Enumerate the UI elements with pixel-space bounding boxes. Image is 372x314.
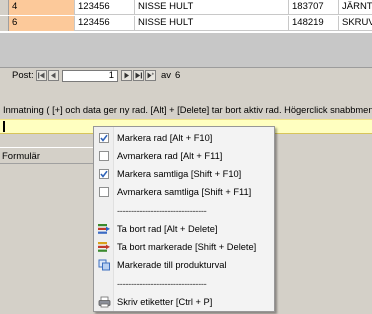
grid-empty-area — [0, 33, 372, 67]
first-record-button[interactable] — [36, 70, 47, 81]
checkbox-checked-icon — [99, 133, 109, 143]
tab-formular[interactable]: Formulär — [0, 147, 96, 164]
menu-separator: -------------------------------- — [94, 275, 274, 293]
data-grid[interactable]: 4 123456 NISSE HULT 183707 JÄRNTRÅDD 6 1… — [0, 0, 372, 68]
record-number-input[interactable]: 1 — [62, 69, 118, 82]
navigator-label: Post: — [12, 70, 34, 81]
previous-record-icon — [51, 72, 56, 79]
next-record-icon — [124, 72, 129, 79]
cell-id[interactable]: 6 — [9, 16, 75, 31]
menu-item-mark-all[interactable]: Markera samtliga [Shift + F10] — [94, 165, 274, 183]
navigator-of-label: av — [161, 70, 172, 81]
menu-separator-label: -------------------------------- — [117, 206, 207, 216]
last-record-button[interactable] — [133, 70, 144, 81]
row-header[interactable] — [0, 16, 9, 31]
text-cursor — [3, 121, 5, 132]
table-row[interactable]: 4 123456 NISSE HULT 183707 JÄRNTRÅDD — [0, 0, 372, 15]
navigator-total: 6 — [175, 70, 181, 81]
menu-item-label: Avmarkera samtliga [Shift + F11] — [117, 187, 252, 197]
delete-marked-icon — [94, 238, 114, 256]
delete-row-icon — [94, 220, 114, 238]
menu-separator-label: -------------------------------- — [117, 279, 207, 289]
table-row[interactable]: 6 123456 NISSE HULT 148219 SKRUV M6S — [0, 16, 372, 31]
cell-id[interactable]: 4 — [9, 0, 75, 15]
menu-item-print-labels[interactable]: Skriv etiketter [Ctrl + P] — [94, 293, 274, 311]
menu-item-label: Skriv etiketter [Ctrl + P] — [117, 297, 213, 307]
row-header[interactable] — [0, 0, 9, 15]
record-navigator: Post: 1 * av 6 — [9, 69, 180, 82]
menu-separator: -------------------------------- — [94, 202, 274, 220]
cell-number[interactable]: 123456 — [75, 0, 135, 15]
previous-record-button[interactable] — [48, 70, 59, 81]
menu-item-unmark-row[interactable]: Avmarkera rad [Alt + F11] — [94, 147, 274, 165]
menu-item-mark-row[interactable]: Markera rad [Alt + F10] — [94, 129, 274, 147]
menu-item-label: Avmarkera rad [Alt + F11] — [117, 151, 223, 161]
cell-name[interactable]: NISSE HULT — [135, 16, 289, 31]
context-menu: Markera rad [Alt + F10] Avmarkera rad [A… — [93, 126, 275, 312]
menu-item-label: Ta bort markerade [Shift + Delete] — [117, 242, 257, 252]
menu-item-delete-row[interactable]: Ta bort rad [Alt + Delete] — [94, 220, 274, 238]
menu-item-label: Markera samtliga [Shift + F10] — [117, 169, 242, 179]
cell-number[interactable]: 123456 — [75, 16, 135, 31]
cell-article[interactable]: 183707 — [289, 0, 339, 15]
input-hint-text: Inmatning ( [+] och data ger ny rad. [Al… — [3, 105, 372, 115]
checkbox-empty-icon — [99, 151, 109, 161]
last-record-icon — [135, 72, 142, 79]
menu-item-label: Markerade till produkturval — [117, 260, 227, 270]
menu-item-label: Ta bort rad [Alt + Delete] — [117, 224, 218, 234]
menu-item-delete-marked[interactable]: Ta bort markerade [Shift + Delete] — [94, 238, 274, 256]
menu-item-marked-to-product-selection[interactable]: Markerade till produkturval — [94, 256, 274, 274]
svg-text:*: * — [151, 73, 154, 79]
copy-icon — [94, 256, 114, 274]
new-record-button[interactable]: * — [145, 70, 156, 81]
next-record-button[interactable] — [121, 70, 132, 81]
cell-description[interactable]: SKRUV M6S — [339, 16, 372, 31]
cell-article[interactable]: 148219 — [289, 16, 339, 31]
checkbox-empty-icon — [99, 187, 109, 197]
first-record-icon — [38, 72, 45, 79]
checkbox-checked-icon — [99, 169, 109, 179]
new-record-icon: * — [147, 72, 154, 79]
printer-icon — [94, 293, 114, 311]
cell-description[interactable]: JÄRNTRÅDD — [339, 0, 372, 15]
menu-item-unmark-all[interactable]: Avmarkera samtliga [Shift + F11] — [94, 183, 274, 201]
menu-item-label: Markera rad [Alt + F10] — [117, 133, 213, 143]
cell-name[interactable]: NISSE HULT — [135, 0, 289, 15]
